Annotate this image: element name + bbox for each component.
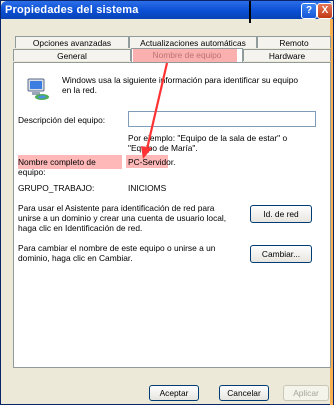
title-bar[interactable]: Propiedades del sistema ? X — [1, 1, 333, 19]
help-button[interactable]: ? — [301, 3, 317, 19]
ok-button[interactable]: Aceptar — [149, 385, 199, 401]
network-id-button[interactable]: Id. de red — [250, 205, 312, 223]
network-id-text-1: Para usar el Asistente para identificaci… — [18, 203, 215, 213]
computer-network-icon — [27, 78, 49, 100]
intro-line-2: en la red. — [62, 85, 97, 95]
tab-general[interactable]: General — [13, 49, 131, 61]
change-button[interactable]: Cambiar... — [250, 245, 312, 263]
workgroup-value: INICIOMS — [128, 183, 167, 193]
text-cursor — [249, 1, 251, 23]
tab-nombre-de-equipo[interactable]: Nombre de equipo — [131, 48, 243, 62]
computer-name-panel: Windows usa la siguiente información par… — [13, 62, 331, 368]
intro-line-1: Windows usa la siguiente información par… — [62, 75, 299, 85]
full-name-label-2: equipo: — [18, 167, 46, 177]
cancel-button[interactable]: Cancelar — [219, 385, 269, 401]
description-hint-1: Por ejemplo: "Equipo de la sala de estar… — [128, 133, 288, 143]
apply-button[interactable]: Aplicar — [283, 385, 329, 401]
change-text-2: dominio, haga clic en Cambiar. — [18, 253, 133, 263]
network-id-text-3: haga clic en Identificación de red. — [18, 223, 143, 233]
tab-opciones-avanzadas[interactable]: Opciones avanzadas — [15, 36, 129, 48]
network-id-text-2: unirse a un dominio y crear una cuenta d… — [18, 213, 227, 223]
full-name-label-1: Nombre completo de — [18, 157, 96, 167]
window-title: Propiedades del sistema — [5, 4, 139, 16]
close-button[interactable]: X — [317, 3, 333, 19]
description-input[interactable] — [128, 111, 316, 127]
full-name-value: PC-Servidor. — [128, 157, 176, 167]
change-text-1: Para cambiar el nombre de este equipo o … — [18, 243, 216, 253]
tab-remoto[interactable]: Remoto — [257, 36, 331, 48]
tab-row-bottom: General Nombre de equipo Hardware — [13, 48, 331, 62]
workgroup-label: GRUPO_TRABAJO: — [18, 183, 95, 193]
description-hint-2: "Equipo de María". — [128, 143, 198, 153]
tab-hardware[interactable]: Hardware — [243, 49, 331, 61]
description-label: Descripción del equipo: — [18, 115, 106, 125]
tab-actualizaciones-automaticas[interactable]: Actualizaciones automáticas — [129, 36, 257, 48]
system-properties-window: Propiedades del sistema ? X Opciones ava… — [0, 0, 334, 405]
